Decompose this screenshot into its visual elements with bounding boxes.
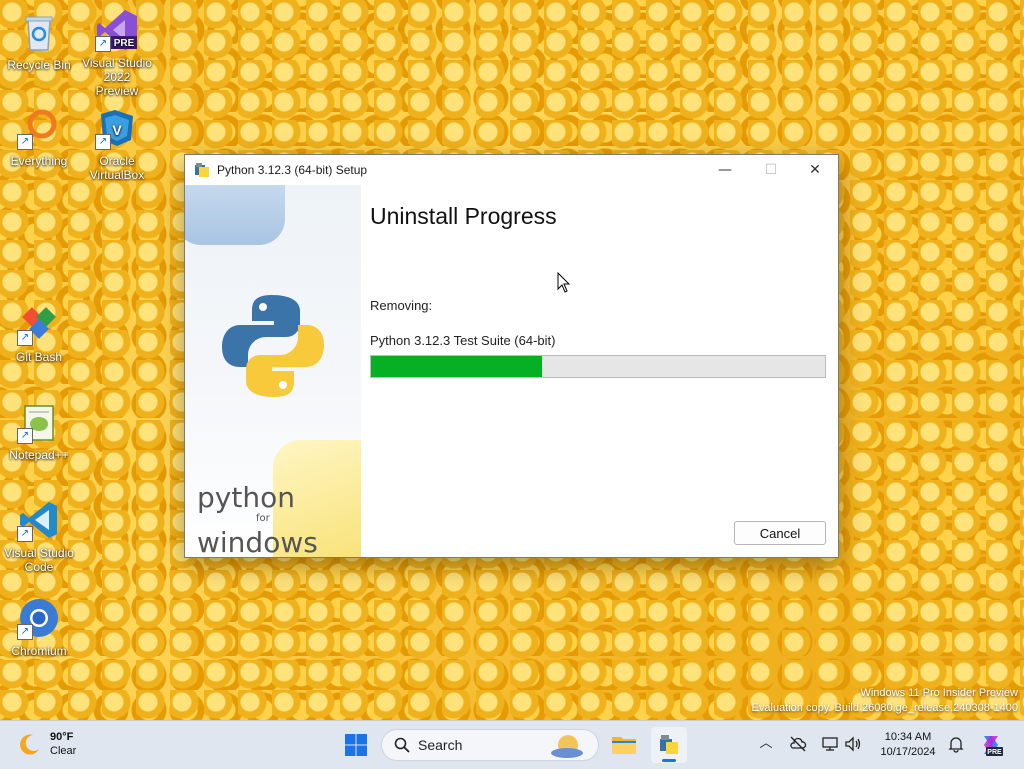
installer-content-pane: Uninstall Progress Removing: Python 3.12… bbox=[361, 185, 838, 557]
svg-text:PRE: PRE bbox=[114, 38, 135, 49]
python-setup-window: Python 3.12.3 (64-bit) Setup — ☐ ✕ pytho… bbox=[185, 155, 838, 557]
taskbar-file-explorer[interactable] bbox=[606, 727, 642, 763]
shortcut-arrow-icon: ↗ bbox=[17, 134, 33, 150]
tray-volume[interactable] bbox=[844, 735, 862, 753]
decorative-blue-shape bbox=[185, 185, 285, 245]
virtualbox-icon: V ↗ bbox=[95, 106, 139, 150]
python-setup-taskbar-icon bbox=[660, 735, 678, 754]
banner-word-python: python bbox=[197, 481, 295, 514]
uninstall-progress-bar bbox=[370, 355, 826, 378]
desktop-icon-recycle-bin[interactable]: Recycle Bin bbox=[3, 10, 75, 72]
desktop-icon-label: Git Bash bbox=[15, 350, 63, 364]
notifications-button[interactable] bbox=[947, 735, 965, 753]
python-logo-icon bbox=[222, 295, 324, 397]
maximize-icon: ☐ bbox=[764, 162, 778, 178]
desktop-icon-visual-studio-preview[interactable]: PRE ↗ Visual Studio 2022 Preview bbox=[81, 8, 153, 98]
notepad-plus-plus-icon: ↗ bbox=[17, 400, 61, 444]
desktop-icon-label: Everything bbox=[10, 154, 68, 168]
search-highlight-icon bbox=[551, 735, 583, 758]
search-icon bbox=[394, 737, 410, 753]
bell-icon bbox=[948, 737, 964, 753]
desktop-icon-virtualbox[interactable]: V ↗ Oracle VirtualBox bbox=[81, 106, 153, 182]
weather-widget[interactable]: 90°F Clear bbox=[18, 730, 76, 758]
shortcut-arrow-icon: ↗ bbox=[95, 36, 111, 52]
banner-word-for: for bbox=[256, 513, 270, 524]
watermark-build: Evaluation copy. Build 26080.ge_release.… bbox=[751, 702, 1018, 714]
desktop-icon-label: Visual Studio 2022 Preview bbox=[82, 56, 152, 98]
taskbar-search-box[interactable]: Search bbox=[381, 729, 599, 761]
taskbar-clock[interactable]: 10:34 AM 10/17/2024 bbox=[874, 730, 942, 760]
page-title: Uninstall Progress bbox=[370, 203, 557, 229]
svg-text:V: V bbox=[112, 122, 122, 138]
minimize-icon: — bbox=[718, 162, 732, 178]
windows-logo-icon bbox=[345, 734, 367, 756]
active-app-indicator bbox=[662, 759, 676, 762]
weather-temperature: 90°F bbox=[50, 731, 74, 743]
shortcut-arrow-icon: ↗ bbox=[17, 624, 33, 640]
desktop-icon-git-bash[interactable]: ↗ Git Bash bbox=[3, 302, 75, 364]
desktop-icon-label: Chromium bbox=[11, 644, 67, 658]
watermark-edition: Windows 11 Pro Insider Preview bbox=[860, 687, 1018, 699]
taskbar: 90°F Clear Search ︿ 10:34 AM 10/17/2024 … bbox=[0, 720, 1024, 769]
network-icon bbox=[822, 737, 838, 751]
vscode-icon: ↗ bbox=[17, 498, 61, 542]
shortcut-arrow-icon: ↗ bbox=[17, 330, 33, 346]
progress-fill bbox=[371, 356, 543, 377]
weather-condition: Clear bbox=[50, 745, 77, 757]
show-hidden-icons-button[interactable]: ︿ bbox=[757, 735, 775, 753]
installer-sidebar-banner: python for windows bbox=[185, 185, 361, 557]
mouse-cursor-icon bbox=[557, 272, 571, 293]
status-label: Removing: bbox=[370, 298, 433, 313]
desktop-icon-everything[interactable]: ↗ Everything bbox=[3, 106, 75, 168]
visual-studio-preview-icon: PRE ↗ bbox=[95, 8, 139, 52]
current-item-label: Python 3.12.3 Test Suite (64-bit) bbox=[370, 333, 556, 348]
cancel-button[interactable]: Cancel bbox=[734, 521, 826, 545]
tray-network[interactable] bbox=[821, 735, 839, 753]
banner-word-windows: windows bbox=[197, 526, 318, 557]
python-setup-app-icon bbox=[195, 163, 209, 177]
desktop-icon-label: Visual Studio Code bbox=[4, 546, 74, 574]
speaker-icon bbox=[845, 736, 861, 752]
copilot-icon: PRE bbox=[984, 736, 1003, 756]
cloud-offline-icon bbox=[790, 736, 807, 752]
chevron-up-icon: ︿ bbox=[759, 736, 773, 751]
desktop-icon-vscode[interactable]: ↗ Visual Studio Code bbox=[3, 498, 75, 574]
desktop-icon-chromium[interactable]: ↗ Chromium bbox=[3, 596, 75, 658]
tray-onedrive[interactable] bbox=[789, 735, 807, 753]
shortcut-arrow-icon: ↗ bbox=[95, 134, 111, 150]
desktop-icon-label: Oracle VirtualBox bbox=[89, 154, 145, 182]
clock-date: 10/17/2024 bbox=[880, 746, 936, 758]
search-placeholder: Search bbox=[418, 737, 463, 753]
maximize-button[interactable]: ☐ bbox=[748, 155, 794, 185]
shortcut-arrow-icon: ↗ bbox=[17, 526, 33, 542]
window-title: Python 3.12.3 (64-bit) Setup bbox=[217, 163, 368, 177]
taskbar-python-setup[interactable] bbox=[651, 727, 687, 763]
desktop-icon-notepad-plus-plus[interactable]: ↗ Notepad++ bbox=[3, 400, 75, 462]
window-titlebar[interactable]: Python 3.12.3 (64-bit) Setup — ☐ ✕ bbox=[185, 155, 838, 185]
start-button[interactable] bbox=[338, 727, 374, 763]
close-button[interactable]: ✕ bbox=[792, 155, 838, 185]
shortcut-arrow-icon: ↗ bbox=[17, 428, 33, 444]
windows-evaluation-watermark: Windows 11 Pro Insider Preview Evaluatio… bbox=[752, 686, 1018, 716]
minimize-button[interactable]: — bbox=[702, 155, 748, 185]
chromium-icon: ↗ bbox=[17, 596, 61, 640]
desktop-icon-label: Recycle Bin bbox=[7, 58, 71, 72]
close-icon: ✕ bbox=[809, 162, 821, 178]
copilot-button[interactable]: PRE bbox=[974, 727, 1008, 763]
everything-search-icon: ↗ bbox=[17, 106, 61, 150]
svg-text:PRE: PRE bbox=[987, 749, 1002, 756]
clock-time: 10:34 AM bbox=[884, 731, 932, 743]
moon-icon bbox=[20, 734, 39, 755]
recycle-bin-icon bbox=[17, 10, 61, 54]
desktop-icon-label: Notepad++ bbox=[9, 448, 69, 462]
git-bash-icon: ↗ bbox=[17, 302, 61, 346]
folder-icon bbox=[612, 737, 636, 754]
